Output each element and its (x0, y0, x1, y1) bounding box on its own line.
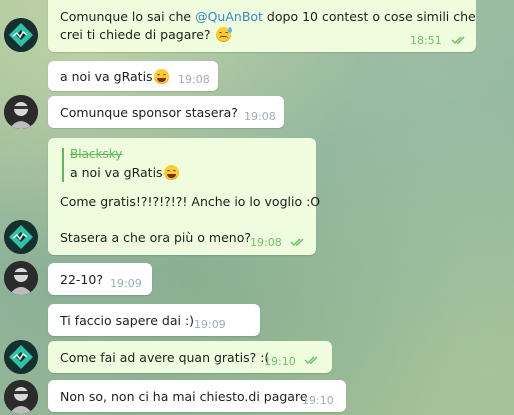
message-text: Non so, non ci ha mai chiesto.di pagare (60, 389, 308, 404)
reply-quote[interactable]: a noi va gRatis (70, 165, 179, 180)
reply-author[interactable]: Blacksky (70, 147, 122, 161)
message-text: Come fai ad avere quan gratis? :( (60, 350, 270, 365)
message-bubble-incoming[interactable]: 22-10? 19:09 (48, 263, 152, 295)
laughing-emoji (163, 165, 179, 180)
message-bubble-outgoing[interactable]: Comunque lo sai che @QuAnBot dopo 10 con… (48, 0, 476, 52)
message-text: Comunque lo sai che @QuAnBot dopo 10 con… (60, 9, 476, 24)
message-bubble-incoming[interactable]: a noi va gRatis 19:08 (48, 61, 218, 91)
message-bubble-incoming[interactable]: Non so, non ci ha mai chiesto.di pagare … (48, 380, 346, 412)
bot-logo-icon (4, 340, 38, 374)
sweat-smile-emoji (215, 27, 232, 42)
user-avatar[interactable] (4, 380, 38, 414)
message-time: 18:51 (410, 34, 442, 47)
message-text-line2: Stasera a che ora più o meno? (60, 230, 251, 245)
bot-avatar[interactable] (4, 18, 38, 52)
double-check-icon (290, 238, 304, 247)
bot-avatar[interactable] (4, 340, 38, 374)
message-text: 22-10? (60, 272, 103, 287)
message-time: 19:10 (302, 394, 334, 407)
user-photo-icon (4, 95, 38, 129)
message-time: 19:08 (178, 73, 210, 86)
user-photo-icon (4, 380, 38, 414)
message-text: Comunque sponsor stasera? (60, 105, 238, 120)
user-avatar[interactable] (4, 95, 38, 129)
message-bubble-incoming[interactable]: Ti faccio sapere dai :) 19:09 (48, 304, 260, 336)
reply-bar (62, 148, 64, 182)
double-check-icon (304, 356, 318, 365)
bot-avatar[interactable] (4, 220, 38, 254)
double-check-icon (451, 36, 465, 45)
message-text: Come gratis!?!?!?!?! Anche io lo voglio … (60, 194, 321, 209)
message-bubble-incoming[interactable]: Comunque sponsor stasera? 19:08 (48, 96, 284, 128)
message-time: 19:08 (244, 110, 276, 123)
laughing-emoji (153, 69, 169, 84)
message-time: 19:10 (264, 355, 296, 368)
message-time: 19:09 (110, 277, 142, 290)
bot-logo-icon (4, 18, 38, 52)
message-text-line2: crei ti chiede di pagare? (60, 27, 232, 42)
message-time: 19:08 (250, 236, 282, 249)
message-text: Ti faccio sapere dai :) (60, 313, 195, 328)
message-time: 19:09 (194, 318, 226, 331)
message-bubble-outgoing[interactable]: Come fai ad avere quan gratis? :( 19:10 (48, 341, 332, 373)
user-photo-icon (4, 261, 38, 295)
message-text: a noi va gRatis (60, 69, 169, 84)
message-bubble-outgoing[interactable]: Blacksky a noi va gRatis Come gratis!?!?… (48, 138, 320, 255)
bot-logo-icon (4, 220, 38, 254)
user-avatar[interactable] (4, 261, 38, 295)
mention-link[interactable]: @QuAnBot (195, 9, 263, 24)
